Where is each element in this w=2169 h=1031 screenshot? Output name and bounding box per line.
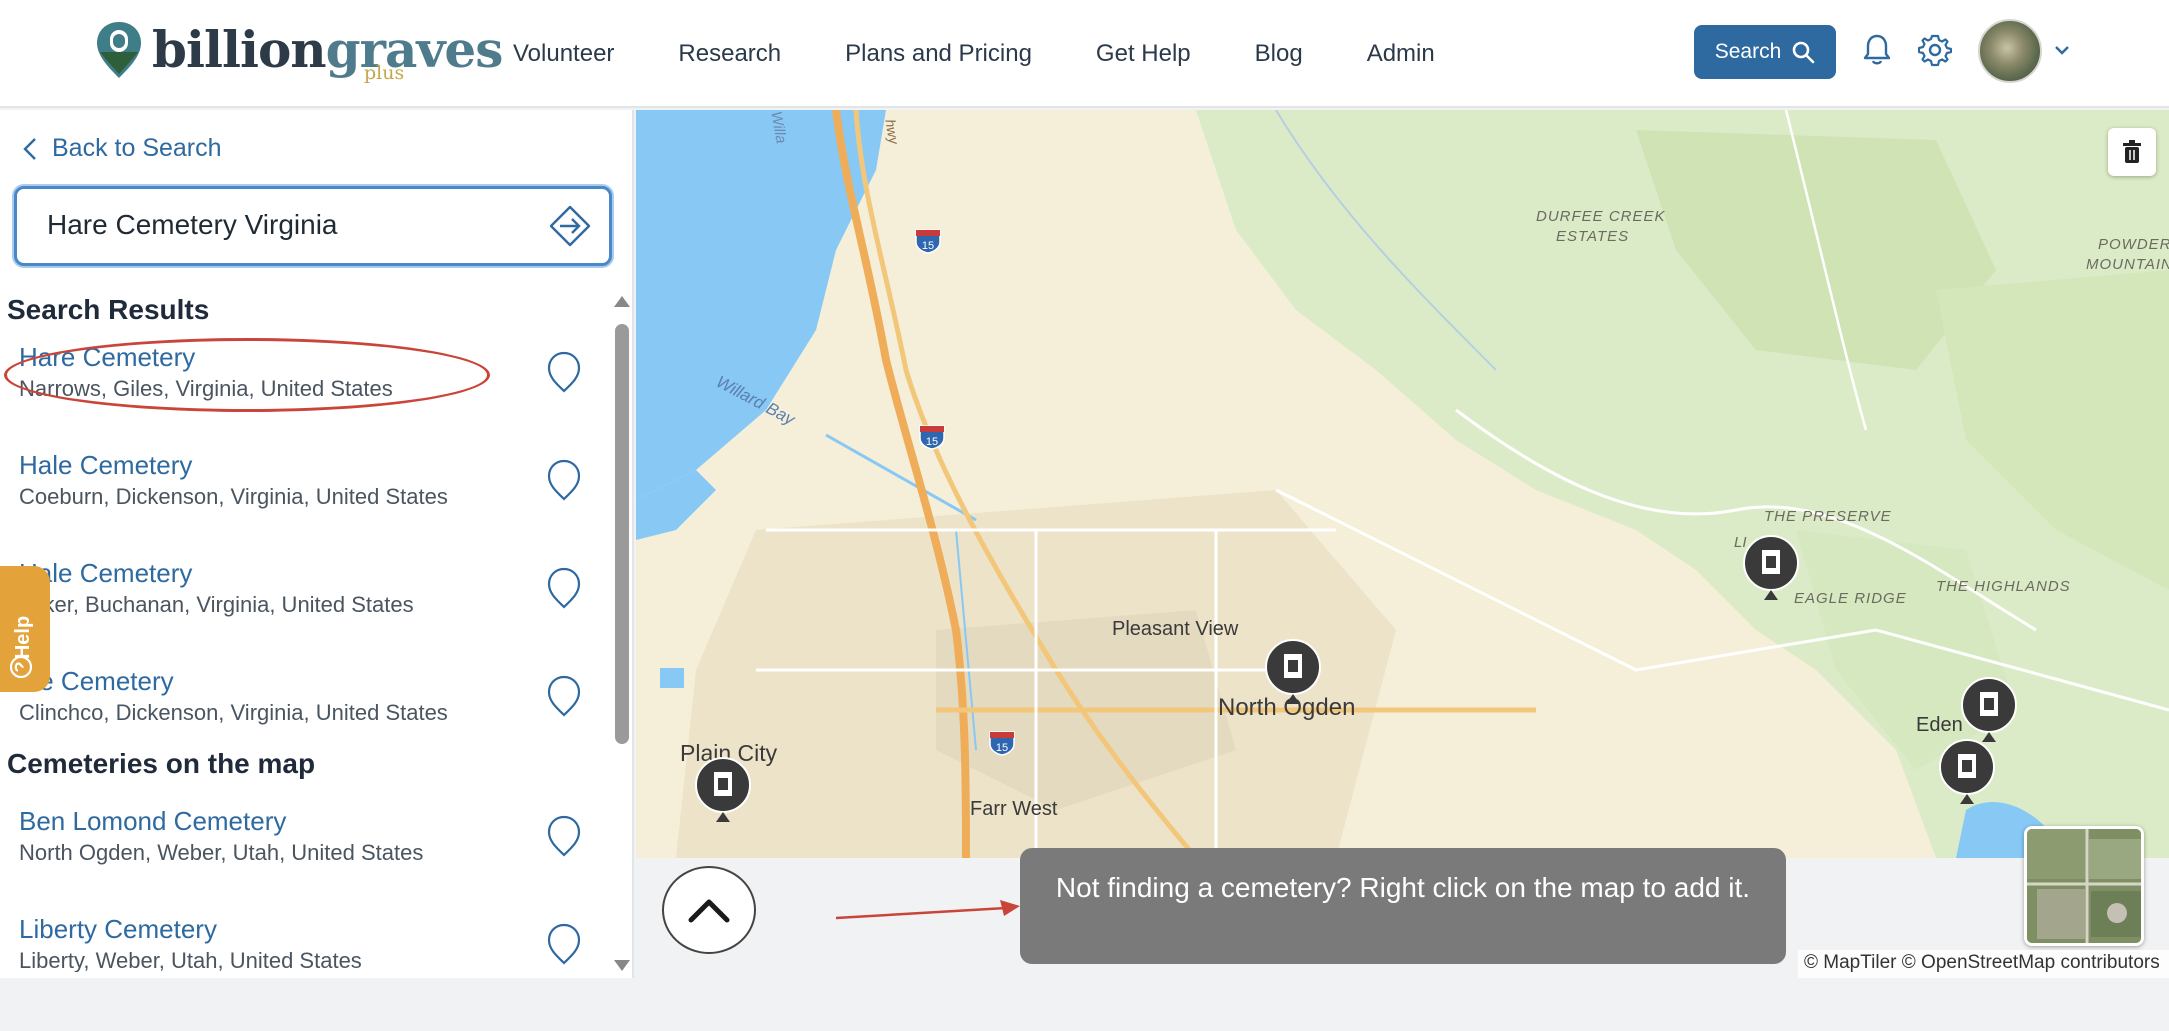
cemetery-search-input[interactable] [47,205,527,245]
map-label-farr-west: Farr West [970,798,1058,820]
map-pin-icon[interactable] [546,814,582,858]
red-arrow-annotation [836,900,1020,920]
result-place: Narrows, Giles, Virginia, United States [19,376,393,401]
add-cemetery-tooltip: Not finding a cemetery? Right click on t… [1020,848,1786,964]
clear-map-button[interactable] [2108,128,2156,176]
satellite-view-toggle[interactable] [2024,826,2144,946]
nav-plans-and-pricing[interactable]: Plans and Pricing [845,40,1032,68]
nav-research[interactable]: Research [678,40,781,68]
map-label-powder: POWDER [2098,236,2169,253]
user-avatar[interactable] [1978,19,2042,83]
results-list: Search Results Hare Cemetery Narrows, Gi… [0,282,612,972]
search-result-item[interactable]: Hare Cemetery Narrows, Giles, Virginia, … [0,342,600,432]
header: billiongraves plus Volunteer Research Pl… [0,0,2169,108]
nav-admin[interactable]: Admin [1367,40,1435,68]
map-pin-icon[interactable] [546,566,582,610]
expand-panel-button[interactable] [662,866,756,954]
interstate-shield-icon: 15 [919,425,945,450]
logo-mark-icon [97,22,141,78]
map-cemeteries-title: Cemeteries on the map [7,748,316,779]
search-submit-icon[interactable] [549,205,591,247]
back-to-search-label: Back to Search [52,134,222,162]
map-pin-icon[interactable] [546,674,582,718]
nav-blog[interactable]: Blog [1255,40,1303,68]
cemetery-search-field[interactable] [14,186,612,266]
map-pin-icon[interactable] [546,458,582,502]
page-bottom-strip [0,978,2169,1031]
map-canvas[interactable]: 15 15 15 Willa hwy Willard Bay DURFEE CR… [636,110,2169,858]
map-attribution: © MapTiler © OpenStreetMap contributors [1798,950,2169,978]
gear-icon[interactable] [1918,33,1952,67]
cemetery-marker-icon[interactable] [1264,638,1322,710]
search-icon [1792,41,1815,64]
map-label-pleasant-view: Pleasant View [1112,618,1239,640]
result-place: Liberty, Weber, Utah, United States [19,948,362,972]
map-label-the-preserve: THE PRESERVE [1764,508,1892,525]
map-label-eden: Eden [1916,714,1963,736]
map-label-durfee: DURFEE CREEK [1536,208,1666,225]
search-result-item[interactable]: ale Cemetery Clinchco, Dickenson, Virgin… [0,666,600,756]
cemetery-marker-icon[interactable] [694,756,752,828]
help-question-icon [9,655,33,679]
result-place: naker, Buchanan, Virginia, United States [19,592,414,617]
logo-text: billiongraves [152,20,503,79]
cemetery-marker-icon[interactable] [1742,534,1800,606]
interstate-shield-icon: 15 [989,731,1015,756]
back-to-search-link[interactable]: Back to Search [22,134,222,163]
help-tab[interactable]: Help [0,566,50,692]
billiongraves-logo[interactable]: billiongraves plus [94,18,503,88]
map-label-estates: ESTATES [1556,228,1630,245]
scroll-up-arrow[interactable] [614,296,630,307]
cemetery-marker-icon[interactable] [1938,738,1996,810]
chevron-left-icon [23,137,36,160]
header-search-button[interactable]: Search [1694,25,1836,79]
map-pin-icon[interactable] [546,922,582,966]
result-name: Hale Cemetery [19,450,193,480]
result-name: Liberty Cemetery [19,914,217,944]
nav-get-help[interactable]: Get Help [1096,40,1191,68]
map-label-mountain: MOUNTAIN [2086,256,2169,273]
map-pin-icon[interactable] [546,350,582,394]
help-label: Help [12,615,35,660]
search-panel: Back to Search Search Results Hare Cemet… [0,110,634,978]
result-name: Ben Lomond Cemetery [19,806,287,836]
result-place: North Ogden, Weber, Utah, United States [19,840,424,865]
search-results-title: Search Results [7,294,210,325]
svg-text:15: 15 [926,436,938,448]
scroll-down-arrow[interactable] [614,960,630,971]
results-scrollbar-thumb[interactable] [615,324,629,744]
header-search-label: Search [1714,40,1782,63]
result-place: Clinchco, Dickenson, Virginia, United St… [19,700,448,725]
search-result-item[interactable]: Hale Cemetery naker, Buchanan, Virginia,… [0,558,600,648]
svg-text:15: 15 [996,742,1008,754]
nav-volunteer[interactable]: Volunteer [513,40,614,68]
map-label-eagle-ridge: EAGLE RIDGE [1794,590,1907,607]
map-label-the-highlands: THE HIGHLANDS [1936,578,2071,595]
main-nav: Volunteer Research Plans and Pricing Get… [513,40,1499,68]
result-name: Hare Cemetery [19,342,196,372]
chevron-down-icon[interactable] [2052,40,2072,60]
interstate-shield-icon: 15 [915,229,941,254]
map-result-item[interactable]: Ben Lomond Cemetery North Ogden, Weber, … [0,806,600,896]
map-result-item[interactable]: Liberty Cemetery Liberty, Weber, Utah, U… [0,914,600,972]
trash-icon [2123,140,2141,163]
result-place: Coeburn, Dickenson, Virginia, United Sta… [19,484,448,509]
svg-text:15: 15 [922,240,934,252]
chevron-up-icon [688,899,730,923]
logo-plus: plus [364,62,405,84]
search-result-item[interactable]: Hale Cemetery Coeburn, Dickenson, Virgin… [0,450,600,540]
bell-icon[interactable] [1862,33,1892,67]
satellite-thumbnail [2027,829,2141,943]
